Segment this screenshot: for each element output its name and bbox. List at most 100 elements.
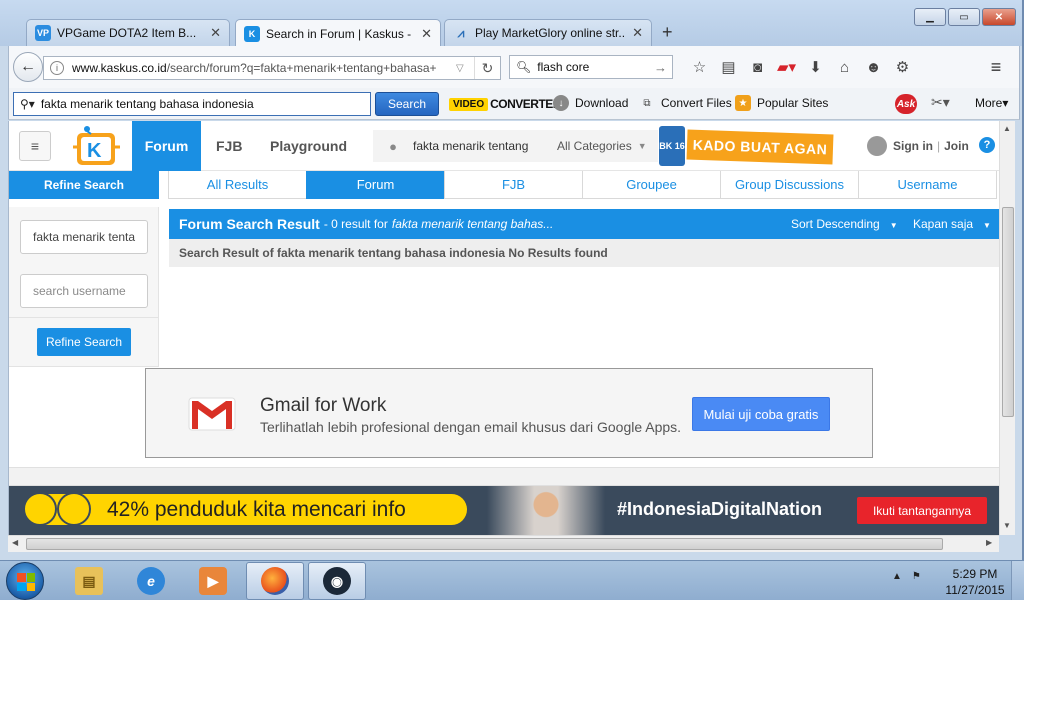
banner-cta-button[interactable]: Ikuti tantangannya [857,497,987,524]
kaskus-header: ≡ K Forum FJB Playground ● fakta menarik… [9,121,999,171]
tab-groupee[interactable]: Groupee [582,171,721,199]
chevron-down-icon[interactable]: ▼ [638,141,647,151]
kado-buat-agan-banner[interactable]: BK 16 KADO BUAT AGAN [659,124,834,166]
more-button[interactable]: More▾ [975,96,1008,110]
header-search-input[interactable]: fakta menarik tentang [413,139,543,153]
refine-search-button[interactable]: Refine Search [37,328,131,356]
chevron-down-icon: ▼ [889,221,898,230]
url-bar[interactable]: i www.kaskus.co.id/search/forum?q=fakta+… [43,56,501,80]
site-info-icon[interactable]: i [50,61,64,75]
tab-group-discussions[interactable]: Group Discussions [720,171,859,199]
help-icon[interactable]: ? [979,137,995,153]
gmail-trial-button[interactable]: Mulai uji coba gratis [692,397,830,431]
tab-vpgame[interactable]: VP VPGame DOTA2 Item B... ✕ [26,19,230,46]
close-window-button[interactable]: ✕ [982,8,1016,26]
kado-label: KADO BUAT AGAN [686,129,834,165]
horizontal-scrollbar[interactable]: ◀ ▶ [8,535,999,552]
show-hidden-icons-icon[interactable]: ▲ [892,571,902,582]
video-download-converter-button[interactable]: VIDEO CONVERTER [449,93,561,115]
url-text: www.kaskus.co.id/search/forum?q=fakta+me… [72,61,456,75]
gmail-for-work-ad[interactable]: Gmail for Work Terlihatlah lebih profesi… [145,368,873,458]
ask-search-value: fakta menarik tentang bahasa indonesia [40,97,254,111]
divider [9,317,159,318]
bookmark-star-icon[interactable]: ☆ [685,56,714,78]
svg-text:K: K [87,140,102,162]
close-tab-icon[interactable]: ✕ [421,26,432,42]
horizontal-scroll-thumb[interactable] [26,538,943,550]
scroll-left-icon[interactable]: ◀ [12,538,18,547]
taskbar-steam[interactable]: ◉ [308,562,366,600]
sign-in-link[interactable]: Sign in [893,139,933,153]
tab-title: Play MarketGlory online str... [475,26,627,40]
time-dropdown[interactable]: Kapan saja ▼ [913,217,991,231]
tab-marketglory[interactable]: ⩘ Play MarketGlory online str... ✕ [444,19,652,46]
taskbar-file-explorer[interactable]: ▤ [60,562,118,600]
tools-icon[interactable]: ✂▾ [931,94,950,111]
addon-icon[interactable]: ⚙ [888,56,917,78]
open-menu-icon[interactable]: ≡ [983,55,1009,79]
tab-forum[interactable]: Forum [306,171,445,199]
minimize-button[interactable]: ▁ [914,8,946,26]
chat-icon[interactable]: ☻ [859,56,888,78]
hamburger-menu-icon[interactable]: ≡ [19,131,51,161]
toolbar-download-button[interactable]: ↓ Download [553,95,628,111]
search-icon: 🔍︎ [516,60,532,74]
ask-logo-icon[interactable]: Ask [895,94,917,114]
tab-all-results[interactable]: All Results [168,171,307,199]
tab-fjb[interactable]: FJB [444,171,583,199]
download-arrow-icon[interactable]: ⬇ [801,56,830,78]
vdc-logo: VIDEO [449,97,489,111]
sign-in-join: Sign in | Join [867,136,969,156]
star-icon: ★ [735,95,751,111]
back-button[interactable]: ← [13,52,43,82]
taskbar-media-player[interactable]: ▶ [184,562,242,600]
taskbar-internet-explorer[interactable]: e [122,562,180,600]
join-link[interactable]: Join [944,139,969,153]
category-select[interactable]: All Categories [557,139,632,153]
navigation-toolbar: ← i www.kaskus.co.id/search/forum?q=fakt… [8,46,1020,88]
tab-username[interactable]: Username [858,171,997,199]
refine-panel: fakta menarik tenta search username Refi… [9,207,159,367]
vertical-scroll-thumb[interactable] [1002,207,1014,417]
taskbar-firefox[interactable] [246,562,304,600]
nav-playground[interactable]: Playground [270,138,347,154]
scroll-up-icon[interactable]: ▲ [1003,124,1011,133]
nav-forum[interactable]: Forum [132,121,201,171]
ask-search-button[interactable]: Search [375,92,439,116]
tab-strip: VP VPGame DOTA2 Item B... ✕ K Search in … [0,0,1022,47]
action-center-flag-icon[interactable]: ⚑ [912,571,921,582]
refine-search-title: Refine Search [9,171,159,199]
tab-kaskus-search[interactable]: K Search in Forum | Kaskus - ... ✕ [235,19,441,47]
close-tab-icon[interactable]: ✕ [210,25,221,41]
ask-search-input[interactable]: ⚲▾ fakta menarik tentang bahasa indonesi… [13,92,371,116]
sort-dropdown[interactable]: Sort Descending ▼ [791,217,898,231]
indonesia-digital-nation-banner[interactable]: 42% penduduk kita mencari info #Indonesi… [9,486,999,535]
steam-icon: ◉ [323,567,351,595]
nav-fjb[interactable]: FJB [216,138,242,154]
pocket-icon[interactable]: ◙ [743,56,772,78]
search-username-input[interactable]: search username [20,274,148,308]
start-button[interactable] [6,562,44,600]
reload-icon[interactable]: ↻ [474,57,500,79]
browser-search-bar[interactable]: 🔍︎ flash core → [509,55,673,79]
flash-plugin-icon[interactable]: ▰▾ [772,56,801,78]
new-tab-button[interactable]: + [662,22,673,43]
show-desktop-button[interactable] [1011,561,1024,600]
popular-sites-label: Popular Sites [757,96,829,110]
scroll-right-icon[interactable]: ▶ [986,538,992,547]
refine-query-input[interactable]: fakta menarik tenta [20,220,148,254]
maximize-button[interactable]: ▭ [948,8,980,26]
close-tab-icon[interactable]: ✕ [632,25,643,41]
toolbar-convert-files-button[interactable]: ⧉ Convert Files [639,95,731,111]
chat-bubble-icon[interactable]: ● [373,139,413,154]
bookmarks-list-icon[interactable]: ▤ [714,56,743,78]
scroll-down-icon[interactable]: ▼ [1003,521,1011,530]
toolbar-popular-sites-button[interactable]: ★ Popular Sites [735,95,828,111]
kaskus-logo-icon[interactable]: K [67,125,125,169]
time-label: Kapan saja [913,217,974,231]
taskbar-clock[interactable]: 5:29 PM 11/27/2015 [940,566,1010,598]
vertical-scrollbar[interactable]: ▲ ▼ [999,121,1015,535]
home-icon[interactable]: ⌂ [830,56,859,78]
url-history-dropdown-icon[interactable]: ▽ [456,63,474,74]
search-go-icon[interactable]: → [654,60,672,75]
